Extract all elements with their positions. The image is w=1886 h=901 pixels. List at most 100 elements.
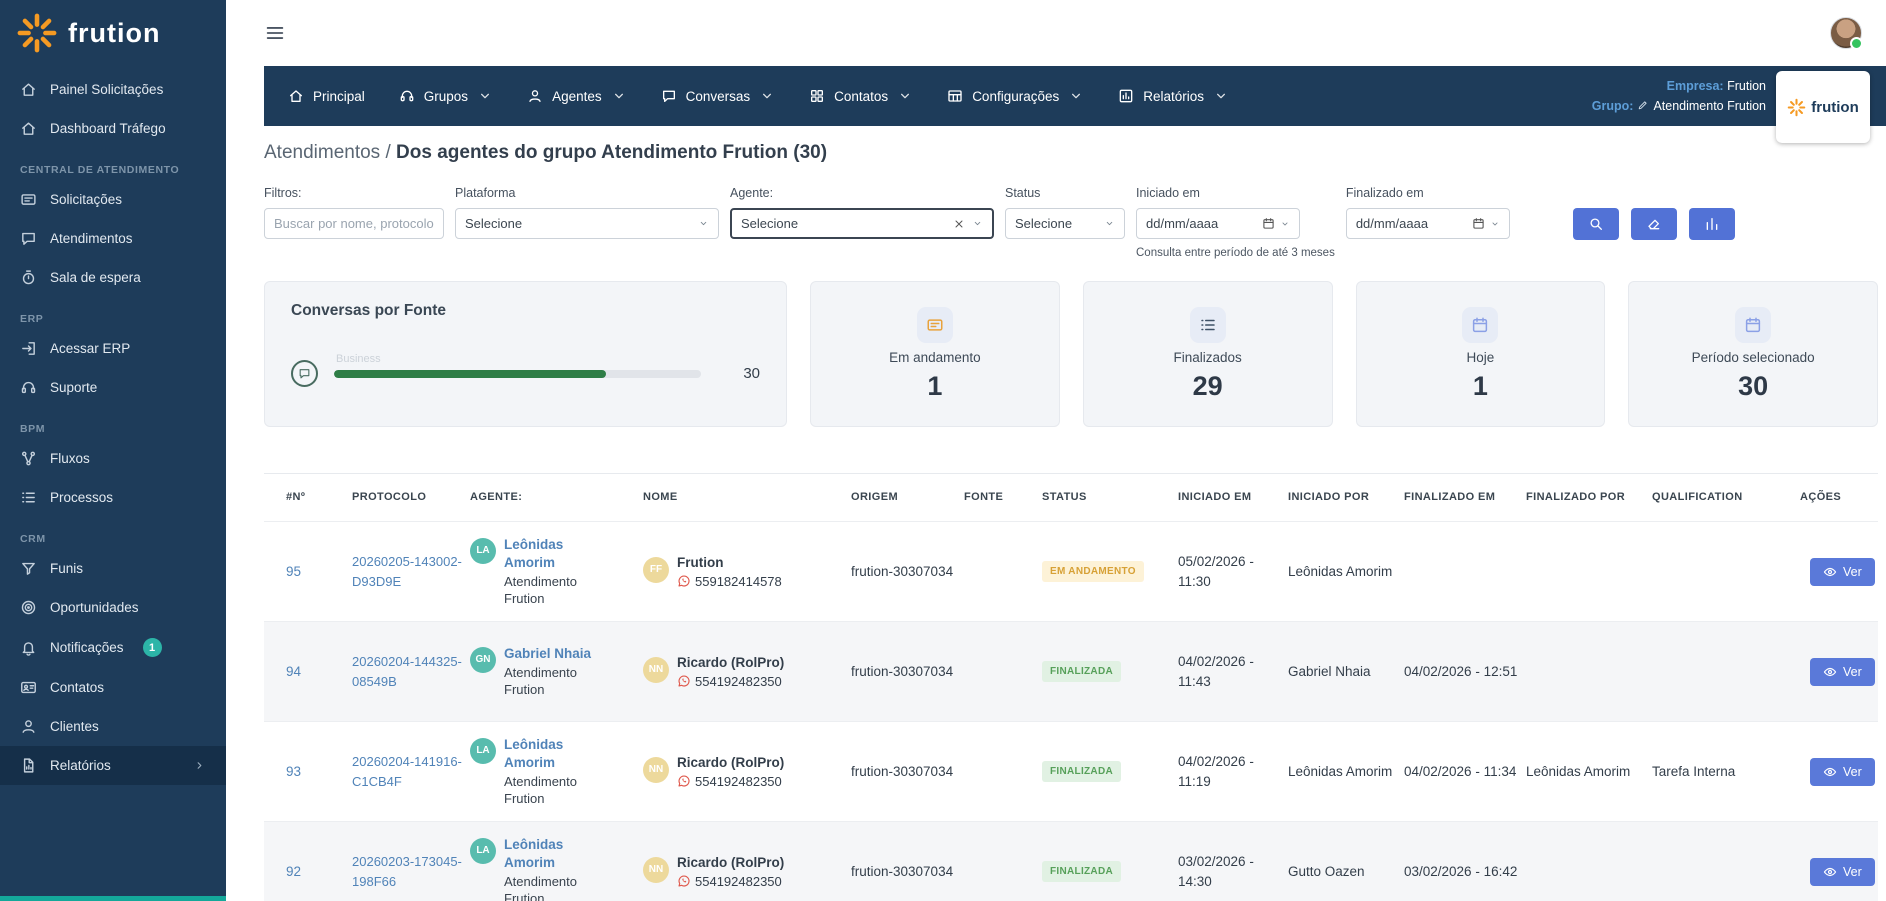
ver-button[interactable]: Ver bbox=[1810, 658, 1875, 686]
protocol-link[interactable]: 20260204-144325-08549B bbox=[352, 654, 462, 689]
sidebar-item-clientes[interactable]: Clientes bbox=[0, 707, 226, 746]
chevron-down-icon bbox=[611, 88, 627, 104]
chevron-down-icon bbox=[477, 88, 493, 104]
contact-name: Ricardo (RolPro) bbox=[677, 855, 784, 870]
finalizado-em-cell: 04/02/2026 - 11:34 bbox=[1404, 762, 1518, 782]
eye-icon bbox=[1823, 765, 1837, 779]
agent-name-link[interactable]: Leônidas Amorim bbox=[504, 736, 608, 771]
sidebar-item-notificacoes[interactable]: Notificações 1 bbox=[0, 627, 226, 668]
contact-phone: 554192482350 bbox=[677, 774, 784, 789]
target-icon bbox=[20, 599, 37, 616]
clear-filters-button[interactable] bbox=[1631, 208, 1677, 240]
col-fonte: FONTE bbox=[964, 490, 1034, 505]
agent-name-link[interactable]: Leônidas Amorim bbox=[504, 836, 608, 871]
grid-icon bbox=[809, 88, 825, 104]
contact-cell: NN Ricardo (RolPro) 554192482350 bbox=[643, 855, 843, 889]
whatsapp-icon bbox=[677, 574, 691, 588]
contact-avatar: NN bbox=[643, 857, 669, 883]
sidebar-item-contatos[interactable]: Contatos bbox=[0, 668, 226, 707]
iniciado-em-date-input[interactable]: dd/mm/aaaa bbox=[1136, 208, 1300, 239]
nav-item-conversas[interactable]: Conversas bbox=[661, 88, 776, 104]
file-chart-icon bbox=[20, 757, 37, 774]
stat-label: Finalizados bbox=[1173, 350, 1241, 365]
sidebar-item-atendimentos[interactable]: Atendimentos bbox=[0, 219, 226, 258]
contact-phone: 554192482350 bbox=[677, 674, 784, 689]
nav-item-agentes[interactable]: Agentes bbox=[527, 88, 627, 104]
atendimentos-table: #Nº PROTOCOLO AGENTE: NOME ORIGEM FONTE … bbox=[264, 473, 1878, 901]
edit-pencil-icon[interactable] bbox=[1637, 99, 1649, 111]
calendar-icon bbox=[1471, 316, 1489, 334]
col-status: STATUS bbox=[1042, 490, 1170, 505]
stat-value: 1 bbox=[927, 372, 942, 402]
hamburger-menu-icon[interactable] bbox=[264, 22, 286, 44]
col-agente: AGENTE: bbox=[470, 490, 635, 505]
clear-selection-icon[interactable] bbox=[953, 218, 965, 230]
protocol-link[interactable]: 20260204-141916-C1CB4F bbox=[352, 754, 462, 789]
calendar-icon[interactable] bbox=[1472, 217, 1485, 230]
iniciado-em-label: Iniciado em bbox=[1136, 186, 1335, 200]
protocol-link[interactable]: 20260203-173045-198F66 bbox=[352, 854, 462, 889]
sidebar-item-acessar-erp[interactable]: Acessar ERP bbox=[0, 329, 226, 368]
chevron-down-icon bbox=[1104, 218, 1115, 229]
source-progress: Business bbox=[334, 370, 701, 378]
chevron-down-icon bbox=[698, 218, 709, 229]
sidebar-item-funis[interactable]: Funis bbox=[0, 549, 226, 588]
topbar bbox=[226, 0, 1886, 66]
agent-name-link[interactable]: Gabriel Nhaia bbox=[504, 645, 608, 663]
ver-button[interactable]: Ver bbox=[1810, 758, 1875, 786]
contact-cell: NN Ricardo (RolPro) 554192482350 bbox=[643, 655, 843, 689]
col-num: #Nº bbox=[286, 490, 344, 505]
chevron-down-icon bbox=[1490, 219, 1500, 229]
sidebar-item-suporte[interactable]: Suporte bbox=[0, 368, 226, 407]
nav-item-principal[interactable]: Principal bbox=[288, 88, 365, 104]
brand-logo-box: frution bbox=[1776, 71, 1870, 143]
filter-group-plataforma: Plataforma Selecione bbox=[455, 186, 719, 239]
agent-name-link[interactable]: Leônidas Amorim bbox=[504, 536, 608, 571]
card-finalizados: Finalizados 29 bbox=[1083, 281, 1333, 427]
chevron-down-icon bbox=[1280, 219, 1290, 229]
protocol-link[interactable]: 20260205-143002-D93D9E bbox=[352, 554, 462, 589]
home-icon bbox=[288, 88, 304, 104]
sidebar-item-relatorios[interactable]: Relatórios bbox=[0, 746, 226, 785]
sidebar-item-fluxos[interactable]: Fluxos bbox=[0, 439, 226, 478]
home-icon bbox=[20, 81, 37, 98]
sidebar-item-dashboard-trafego[interactable]: Dashboard Tráfego bbox=[0, 109, 226, 148]
iniciado-por-cell: Gabriel Nhaia bbox=[1288, 662, 1396, 682]
calendar-icon[interactable] bbox=[1262, 217, 1275, 230]
table-row: 92 20260203-173045-198F66 LA Leônidas Am… bbox=[264, 821, 1878, 901]
nav-item-contatos[interactable]: Contatos bbox=[809, 88, 913, 104]
chart-button[interactable] bbox=[1689, 208, 1735, 240]
source-count: 30 bbox=[743, 365, 760, 382]
stats-cards: Conversas por Fonte Business 30 Em andam… bbox=[264, 281, 1878, 427]
sidebar-item-processos[interactable]: Processos bbox=[0, 478, 226, 517]
finalizado-em-date-input[interactable]: dd/mm/aaaa bbox=[1346, 208, 1510, 239]
search-button[interactable] bbox=[1573, 208, 1619, 240]
stat-value: 1 bbox=[1473, 372, 1488, 402]
agente-select[interactable]: Selecione bbox=[730, 208, 994, 239]
sidebar-item-painel-solicitacoes[interactable]: Painel Solicitações bbox=[0, 70, 226, 109]
nav-item-relatorios[interactable]: Relatórios bbox=[1118, 88, 1229, 104]
plataforma-select[interactable]: Selecione bbox=[455, 208, 719, 239]
ver-button[interactable]: Ver bbox=[1810, 858, 1875, 886]
clock-icon bbox=[20, 269, 37, 286]
frution-logo-icon bbox=[16, 12, 58, 54]
agent-cell: LA Leônidas Amorim Atendimento Frution bbox=[470, 736, 635, 808]
finalizado-em-cell: 04/02/2026 - 12:51 bbox=[1404, 662, 1518, 682]
sidebar-item-oportunidades[interactable]: Oportunidades bbox=[0, 588, 226, 627]
user-avatar[interactable] bbox=[1830, 17, 1862, 49]
row-number: 94 bbox=[286, 664, 344, 679]
filtros-label: Filtros: bbox=[264, 186, 444, 200]
col-nome: NOME bbox=[643, 490, 843, 505]
sidebar-logo[interactable]: frution bbox=[0, 0, 226, 62]
breadcrumb-prefix: Atendimentos / bbox=[264, 142, 391, 163]
search-input[interactable] bbox=[264, 208, 444, 239]
card-hoje: Hoje 1 bbox=[1356, 281, 1606, 427]
headset-icon bbox=[20, 379, 37, 396]
status-select[interactable]: Selecione bbox=[1005, 208, 1125, 239]
sidebar-item-sala-de-espera[interactable]: Sala de espera bbox=[0, 258, 226, 297]
sidebar-item-solicitacoes[interactable]: Solicitações bbox=[0, 180, 226, 219]
filter-group-agente: Agente: Selecione bbox=[730, 186, 994, 239]
nav-item-grupos[interactable]: Grupos bbox=[399, 88, 493, 104]
ver-button[interactable]: Ver bbox=[1810, 558, 1875, 586]
nav-item-configuracoes[interactable]: Configurações bbox=[947, 88, 1084, 104]
